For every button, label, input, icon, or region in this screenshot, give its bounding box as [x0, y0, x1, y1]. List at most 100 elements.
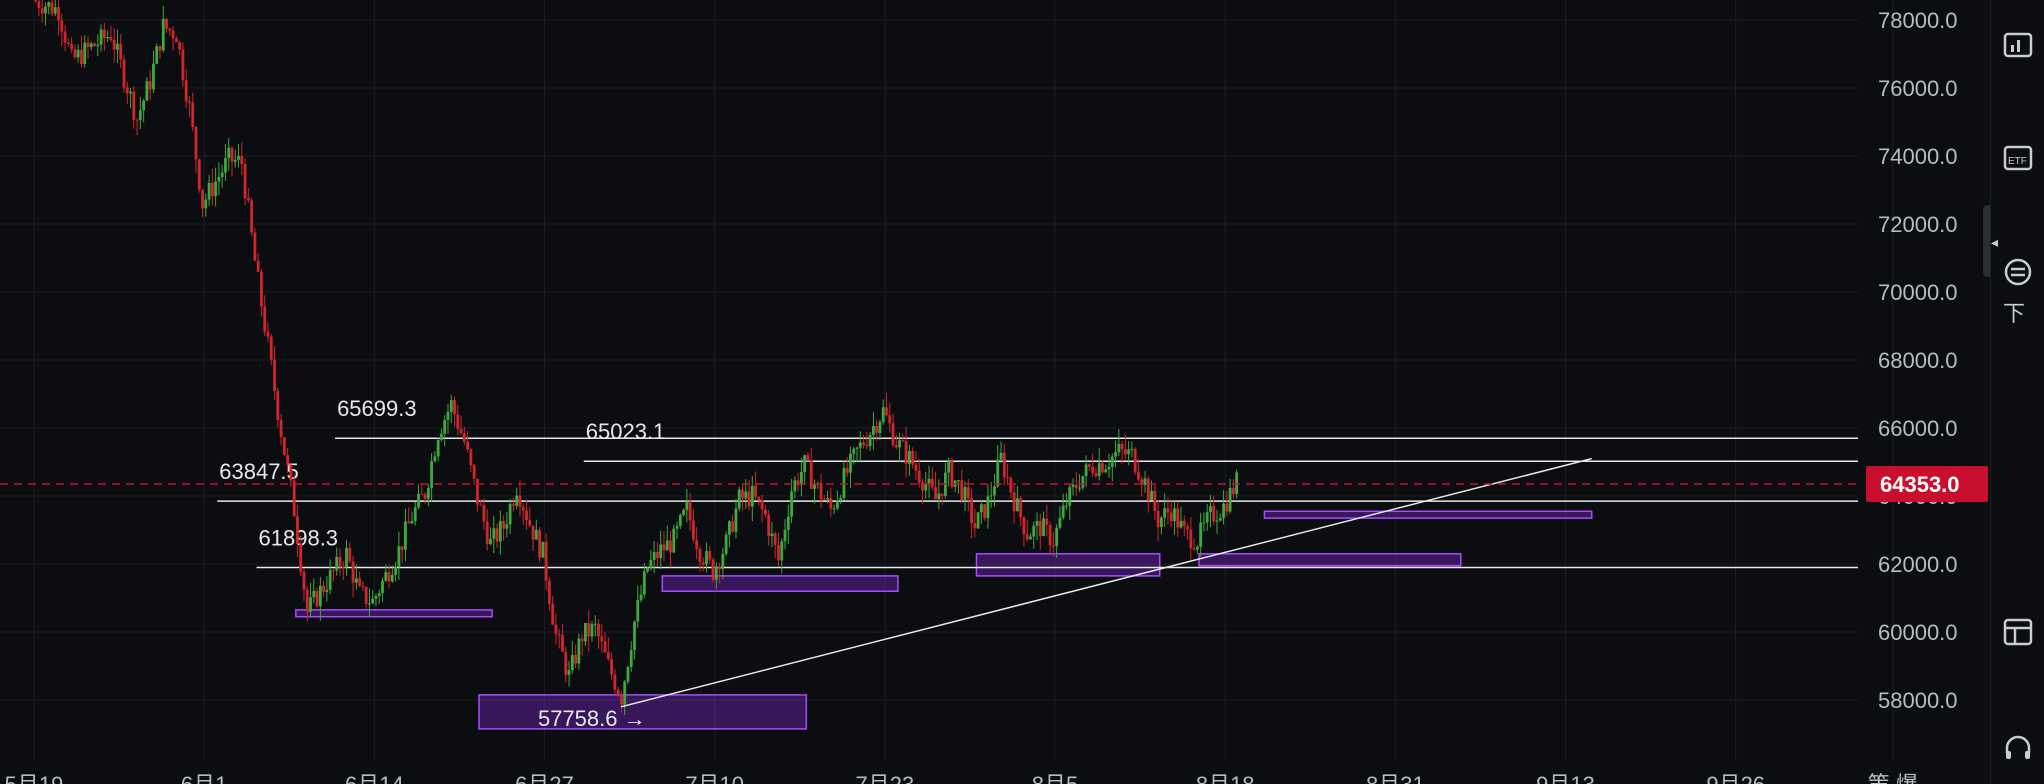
candle-body — [207, 182, 211, 200]
candle-body — [125, 87, 129, 94]
candle-body — [256, 260, 260, 272]
y-tick-label: 68000.0 — [1878, 348, 1958, 373]
candle-body — [626, 666, 630, 682]
candle-body — [577, 638, 581, 664]
candle-body — [1120, 443, 1124, 450]
candle-body — [1032, 525, 1036, 537]
candle-body — [1110, 456, 1114, 467]
candlestick-chart[interactable]: 65699.365023.163847.561898.3 57758.6 → 7… — [0, 0, 2044, 784]
candle-body — [979, 504, 983, 513]
candle-body — [440, 433, 443, 440]
candle-body — [345, 548, 348, 568]
candle-body — [361, 585, 365, 588]
candle-body — [1123, 449, 1127, 455]
candle-body — [1071, 484, 1075, 488]
candle-body — [479, 504, 483, 506]
headset-icon[interactable] — [2003, 728, 2043, 768]
candle-body — [1074, 484, 1078, 489]
candle-body — [47, 2, 51, 7]
candle-body — [1107, 466, 1111, 470]
layout-icon[interactable] — [2003, 612, 2043, 652]
candle-body — [646, 567, 649, 572]
candle-body — [482, 505, 486, 522]
candle-body — [1146, 478, 1150, 501]
candle-body — [237, 155, 240, 160]
candle-body — [705, 551, 708, 565]
candle-body — [1087, 464, 1091, 467]
candle-body — [1035, 520, 1039, 526]
candle-body — [911, 450, 915, 465]
candle-body — [764, 509, 767, 515]
candle-body — [116, 43, 119, 50]
download-label[interactable]: 下 — [2003, 292, 2043, 332]
candle-body — [148, 81, 152, 90]
level-label: 65699.3 — [337, 396, 417, 421]
candle-body — [826, 498, 829, 500]
candle-body — [682, 510, 685, 515]
candle-body — [986, 496, 990, 519]
candle-body — [1218, 518, 1222, 521]
candle-body — [217, 176, 221, 182]
candle-body — [616, 689, 620, 696]
candle-body — [142, 100, 146, 111]
candle-body — [777, 544, 780, 561]
candle-body — [1042, 518, 1045, 537]
candle-body — [1222, 503, 1225, 519]
candle-body — [368, 603, 371, 605]
candle-body — [1143, 478, 1147, 485]
candle-body — [93, 43, 96, 47]
candle-body — [767, 514, 771, 537]
bar-chart-icon[interactable] — [2003, 26, 2043, 66]
candle-body — [966, 487, 970, 499]
candle-body — [224, 158, 227, 173]
candle-body — [325, 589, 329, 592]
x-tick-label: 6月27 — [515, 772, 574, 784]
x-tick-label: 6月14 — [345, 772, 404, 784]
candle-body — [1205, 512, 1209, 523]
candle-body — [446, 411, 450, 420]
candle-body — [976, 512, 980, 529]
candle-body — [220, 172, 224, 177]
candle-body — [377, 593, 381, 596]
candle-body — [112, 39, 116, 50]
etf-icon[interactable]: ETF — [2003, 138, 2043, 178]
candle-body — [502, 521, 506, 529]
filter-icon[interactable] — [2003, 252, 2043, 292]
candle-body — [1166, 508, 1170, 513]
candle-body — [885, 407, 888, 416]
zone-box — [975, 553, 1161, 577]
candle-body — [561, 634, 564, 652]
candle-body — [1006, 477, 1009, 479]
candle-body — [636, 600, 640, 622]
candle-body — [328, 570, 332, 590]
candle-body — [587, 622, 591, 637]
candle-body — [734, 508, 738, 532]
candle-body — [934, 486, 937, 500]
candle-body — [80, 49, 83, 65]
candle-body — [250, 200, 254, 233]
candle-body — [417, 493, 420, 508]
candle-body — [305, 589, 309, 612]
candle-body — [541, 541, 545, 558]
candle-body — [695, 539, 699, 549]
candle-body — [279, 420, 283, 438]
candle-body — [83, 42, 87, 65]
candle-body — [724, 534, 728, 554]
candle-body — [1045, 518, 1049, 525]
candle-body — [780, 541, 784, 561]
candle-body — [518, 495, 522, 507]
candle-body — [197, 159, 201, 190]
candle-body — [263, 306, 267, 332]
candle-body — [1051, 545, 1055, 547]
candle-body — [309, 597, 312, 612]
candle-body — [390, 574, 394, 582]
candle-body — [181, 49, 185, 81]
candle-body — [1159, 517, 1163, 528]
candle-body — [819, 483, 823, 500]
candle-body — [528, 520, 532, 526]
candle-body — [178, 42, 182, 50]
candle-body — [1094, 473, 1098, 476]
candle-body — [875, 425, 879, 433]
candle-body — [786, 516, 790, 530]
candle-body — [760, 500, 764, 510]
